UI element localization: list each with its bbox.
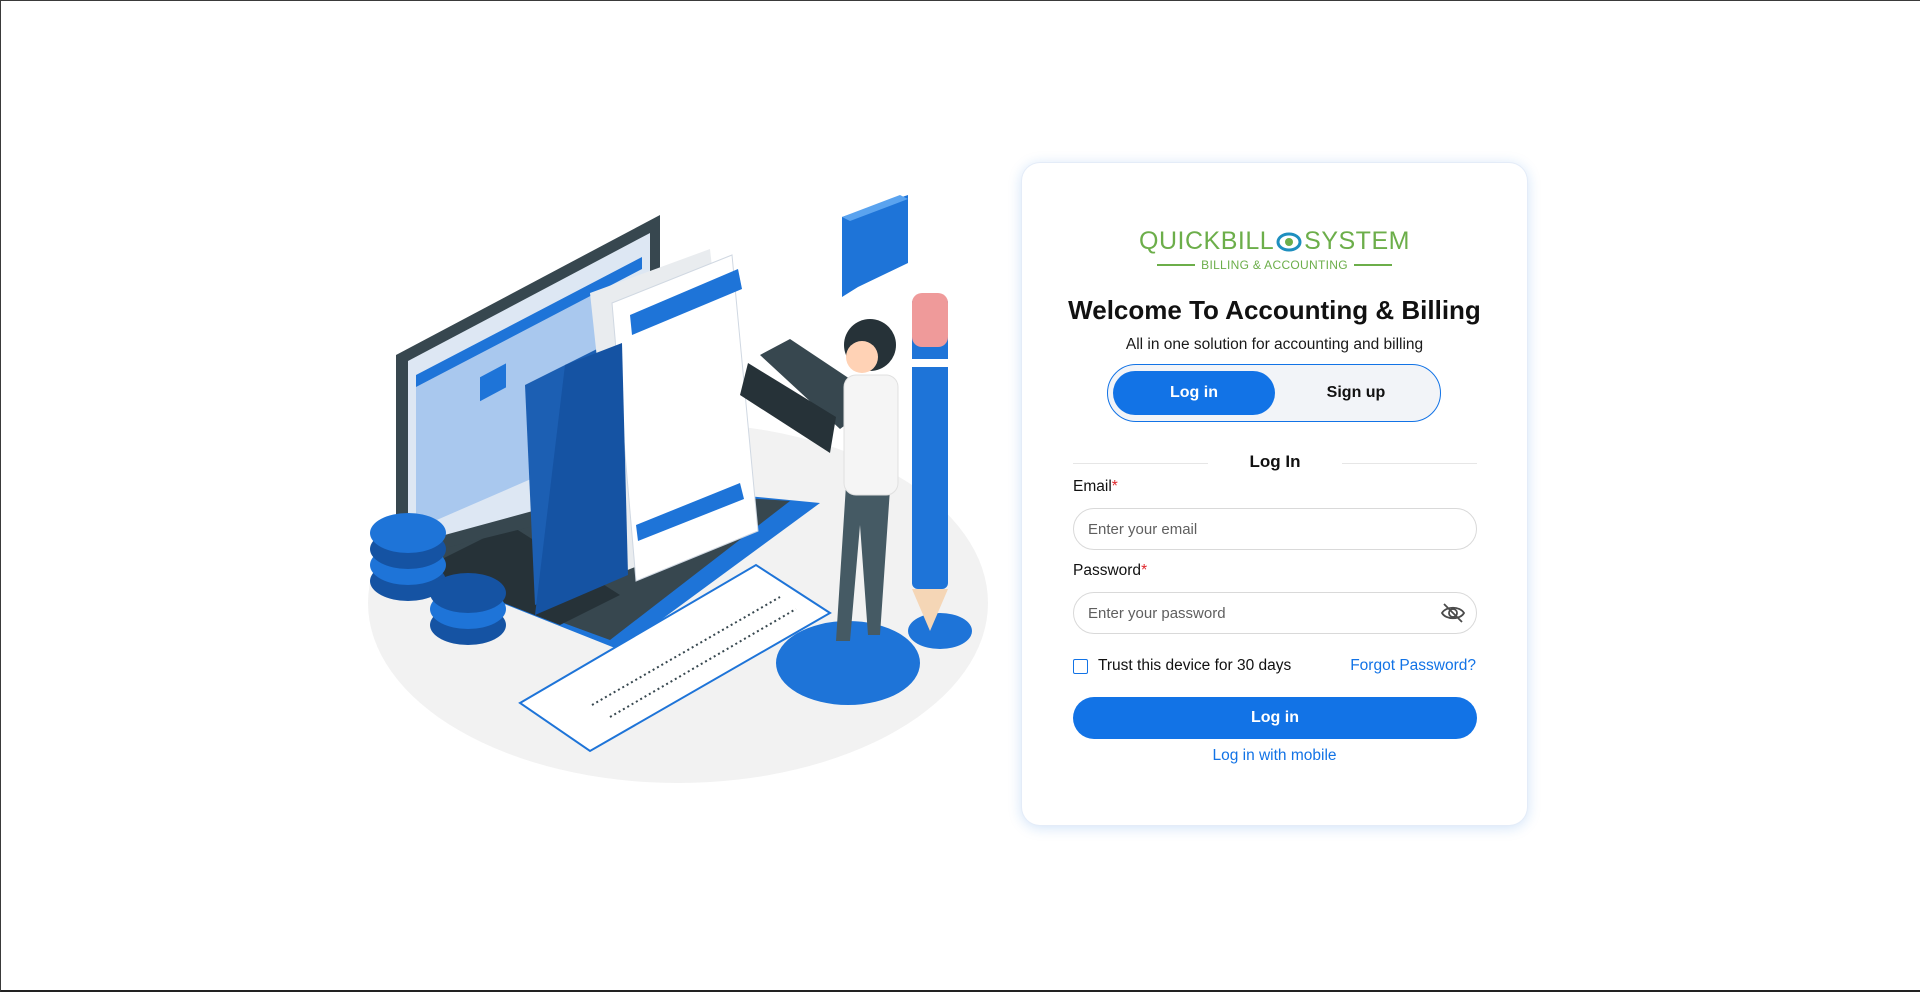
email-field[interactable] <box>1073 508 1477 550</box>
accounting-illustration <box>360 185 1000 785</box>
illustration-svg <box>368 195 988 783</box>
logo-tagline: BILLING & ACCOUNTING <box>1201 258 1348 272</box>
logo-mark-icon <box>1276 232 1302 251</box>
percent-badge-icon <box>842 195 908 297</box>
eye-off-icon[interactable] <box>1440 602 1466 624</box>
logo-name-right: SYSTEM <box>1304 227 1410 255</box>
login-button[interactable]: Log in <box>1073 697 1477 739</box>
trust-device-label[interactable]: Trust this device for 30 days <box>1098 657 1291 675</box>
welcome-title: Welcome To Accounting & Billing <box>1068 295 1481 325</box>
password-label: Password* <box>1073 562 1147 580</box>
logo-wordmark: QUICKBILL SYSTEM <box>1139 227 1410 256</box>
login-with-mobile-link[interactable]: Log in with mobile <box>1022 747 1527 765</box>
logo-tagline-row: BILLING & ACCOUNTING <box>1022 258 1527 272</box>
email-label: Email* <box>1073 478 1118 496</box>
password-required-marker: * <box>1141 562 1148 579</box>
tab-login[interactable]: Log in <box>1113 371 1275 415</box>
login-section-heading: Log In <box>1249 452 1301 471</box>
logo-rule-left <box>1157 264 1196 266</box>
trust-device-row: Trust this device for 30 days <box>1073 655 1291 677</box>
email-required-marker: * <box>1111 478 1118 495</box>
section-divider: Log In <box>1073 452 1477 476</box>
email-label-text: Email <box>1073 478 1112 495</box>
login-card: QUICKBILL SYSTEM BILLING & ACCOUNTING We… <box>1022 163 1527 825</box>
pencil-icon <box>912 293 948 631</box>
auth-toggle: Log in Sign up <box>1107 364 1441 422</box>
tab-signup[interactable]: Sign up <box>1275 371 1437 415</box>
logo-rule-right <box>1353 264 1392 266</box>
forgot-password-link[interactable]: Forgot Password? <box>1350 657 1476 675</box>
divider-line-right <box>1342 463 1477 464</box>
welcome-subtitle: All in one solution for accounting and b… <box>1125 336 1424 353</box>
password-field[interactable] <box>1073 592 1477 634</box>
quickbill-logo: QUICKBILL SYSTEM BILLING & ACCOUNTING <box>1022 227 1527 277</box>
password-label-text: Password <box>1073 562 1142 579</box>
trust-device-checkbox[interactable] <box>1073 658 1088 674</box>
logo-name-left: QUICKBILL <box>1139 227 1275 255</box>
